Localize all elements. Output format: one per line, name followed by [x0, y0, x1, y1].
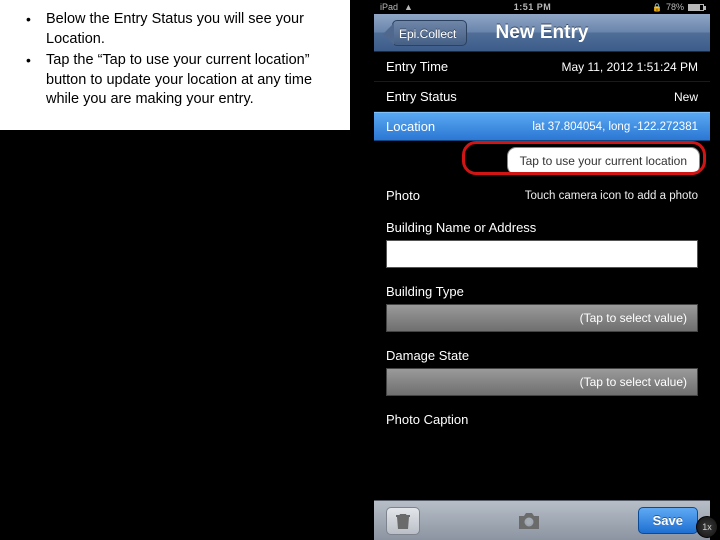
- device-label: iPad ▲: [380, 2, 413, 12]
- photo-caption-label: Photo Caption: [374, 402, 710, 432]
- location-label: Location: [386, 119, 435, 134]
- chevron-left-icon: [383, 23, 394, 45]
- instruction-panel: Below the Entry Status you will see your…: [0, 0, 350, 130]
- photo-hint: Touch camera icon to add a photo: [525, 190, 698, 202]
- location-value: lat 37.804054, long -122.272381: [532, 121, 698, 133]
- status-bar: iPad ▲ 1:51 PM 🔒 78%: [374, 0, 710, 14]
- photo-label: Photo: [386, 188, 420, 203]
- select-placeholder: (Tap to select value): [580, 375, 687, 389]
- photo-row: Photo Touch camera icon to add a photo: [374, 181, 710, 210]
- lock-icon: 🔒: [652, 3, 662, 12]
- wifi-icon: ▲: [404, 2, 413, 12]
- building-type-label: Building Type: [374, 274, 710, 304]
- building-name-label: Building Name or Address: [374, 210, 710, 240]
- clock: 1:51 PM: [514, 2, 552, 12]
- entry-time-row: Entry Time May 11, 2012 1:51:24 PM: [374, 52, 710, 82]
- location-button-row: Tap to use your current location: [374, 141, 710, 181]
- camera-icon: [516, 511, 542, 531]
- form-content: Entry Time May 11, 2012 1:51:24 PM Entry…: [374, 52, 710, 432]
- zoom-indicator[interactable]: 1x: [696, 516, 718, 538]
- location-row: Location lat 37.804054, long -122.272381: [374, 112, 710, 141]
- use-current-location-button[interactable]: Tap to use your current location: [507, 147, 700, 175]
- battery-percent: 78%: [666, 2, 684, 12]
- entry-time-label: Entry Time: [386, 59, 448, 74]
- delete-button[interactable]: [386, 507, 420, 535]
- instruction-item: Tap the “Tap to use your current locatio…: [24, 51, 344, 110]
- bottom-toolbar: Save: [374, 500, 710, 540]
- instruction-item: Below the Entry Status you will see your…: [24, 10, 344, 49]
- save-button[interactable]: Save: [638, 507, 698, 534]
- back-label: Epi.Collect: [399, 27, 456, 41]
- entry-status-row: Entry Status New: [374, 82, 710, 112]
- ipad-screenshot: iPad ▲ 1:51 PM 🔒 78% Epi.Collect New Ent…: [374, 0, 710, 540]
- select-placeholder: (Tap to select value): [580, 311, 687, 325]
- camera-button[interactable]: [512, 507, 546, 535]
- building-type-select[interactable]: (Tap to select value): [386, 304, 698, 332]
- entry-status-label: Entry Status: [386, 89, 457, 104]
- damage-state-label: Damage State: [374, 338, 710, 368]
- trash-icon: [395, 512, 411, 530]
- nav-bar: Epi.Collect New Entry: [374, 14, 710, 52]
- back-button[interactable]: Epi.Collect: [392, 20, 467, 46]
- entry-time-value: May 11, 2012 1:51:24 PM: [561, 60, 698, 74]
- building-name-input[interactable]: [386, 240, 698, 268]
- battery-icon: [688, 4, 704, 11]
- damage-state-select[interactable]: (Tap to select value): [386, 368, 698, 396]
- entry-status-value: New: [674, 90, 698, 104]
